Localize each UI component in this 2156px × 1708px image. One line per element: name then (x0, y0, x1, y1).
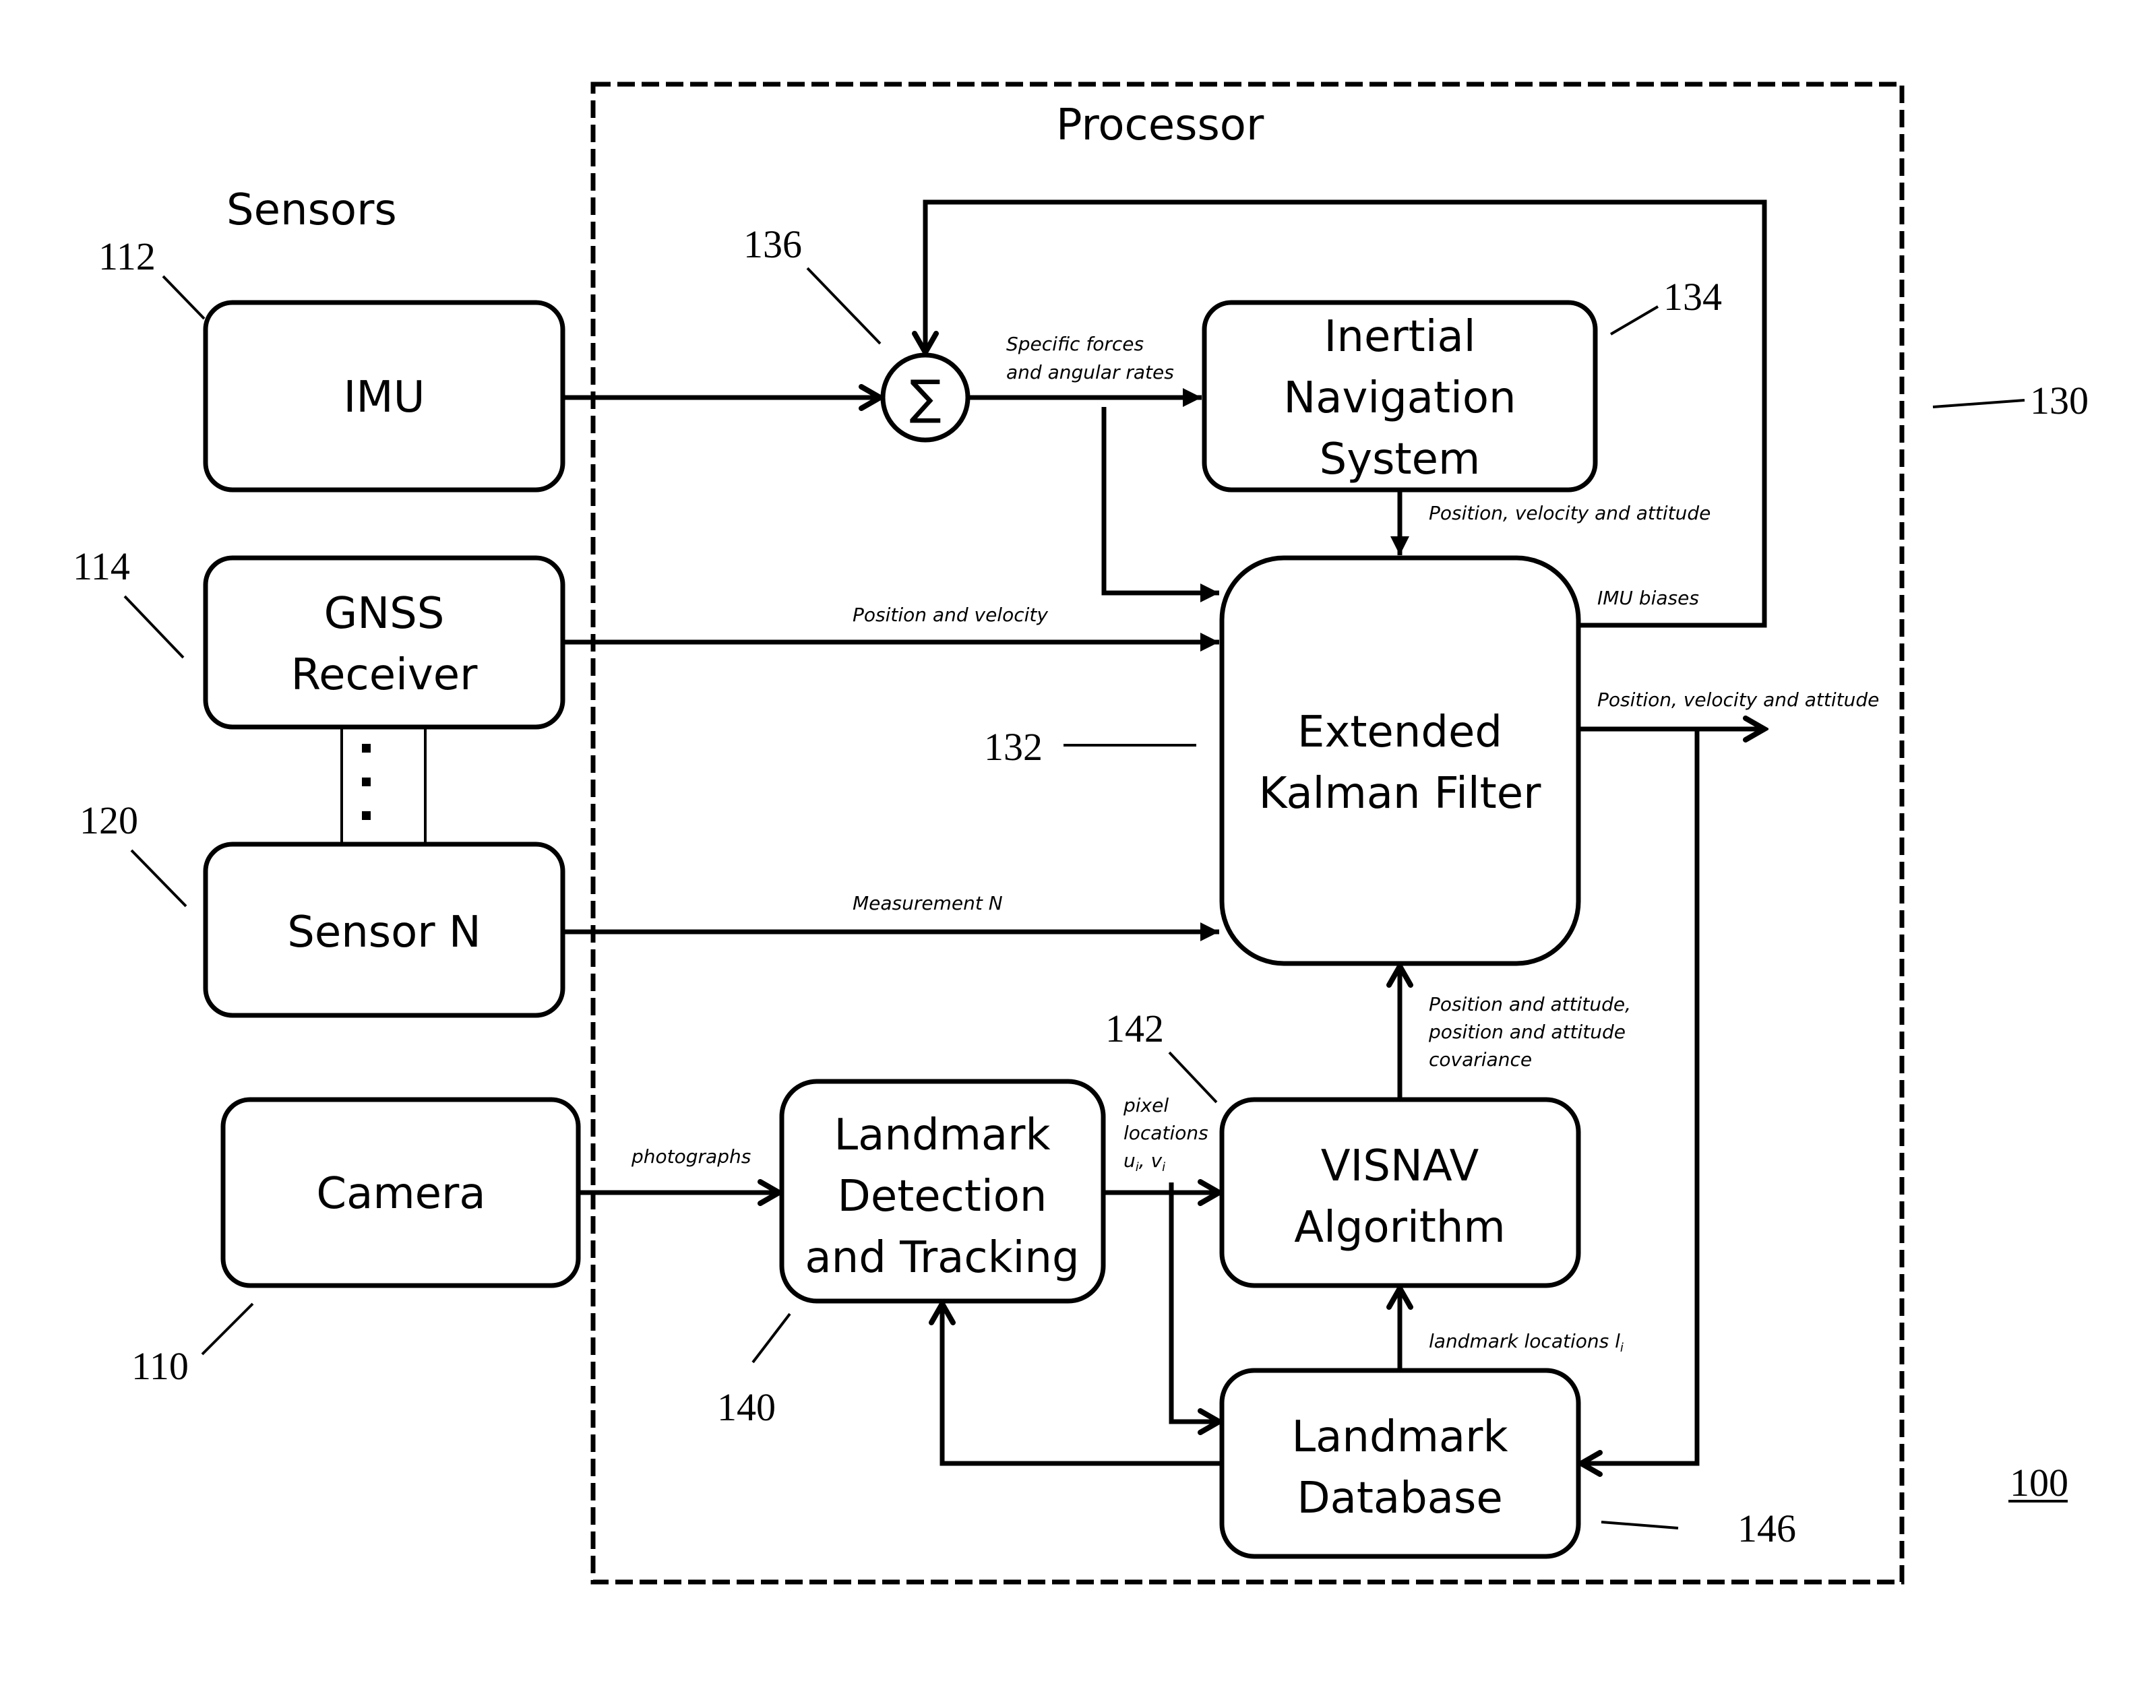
ldt-label-line2: Detection (838, 1172, 1047, 1222)
label-visnav-to-ekf-line1: Position and attitude, (1429, 993, 1631, 1015)
label-photographs: photographs (631, 1145, 751, 1168)
label-pixel-line1: pixel (1123, 1094, 1169, 1116)
ekf-label-line2: Kalman Filter (1259, 769, 1542, 819)
leader-130 (1932, 399, 2025, 408)
ref-136: 136 (743, 222, 802, 266)
leader-140 (751, 1312, 791, 1364)
ref-120: 120 (80, 798, 138, 842)
arrow-ekf-to-database (1581, 729, 1700, 1463)
label-pixel-vars: ui, vi (1123, 1149, 1165, 1174)
ins-label-line2: Navigation (1283, 373, 1516, 423)
ref-110: 110 (131, 1344, 189, 1388)
database-label-line2: Database (1297, 1474, 1502, 1523)
label-imu-biases: IMU biases (1597, 587, 1699, 609)
sensors-title: Sensors (226, 185, 397, 235)
sensor-n-block[interactable]: Sensor N (203, 842, 565, 1018)
sum-symbol: ∑ (909, 370, 941, 425)
figure-ref-100: 100 (2010, 1461, 2068, 1505)
ref-132: 132 (984, 725, 1043, 769)
imu-label: IMU (344, 373, 425, 422)
ref-146: 146 (1737, 1507, 1796, 1550)
ins-label-line3: System (1320, 435, 1481, 484)
imu-block[interactable]: IMU (203, 300, 565, 493)
label-ekf-output: Position, velocity and attitude (1597, 689, 1879, 711)
ldt-label-line1: Landmark (834, 1110, 1051, 1160)
label-gnss-to-ekf: Position and velocity (853, 604, 1048, 626)
visnav-algorithm-block[interactable]: VISNAV Algorithm (1219, 1097, 1581, 1288)
gnss-receiver-block[interactable]: GNSS Receiver (203, 555, 565, 730)
sensor-n-label: Sensor N (287, 908, 481, 957)
label-ins-to-ekf: Position, velocity and attitude (1429, 502, 1711, 524)
ins-label-line1: Inertial (1324, 312, 1476, 362)
navigation-block-diagram: Processor Sensors IMU GNSS Receiver Sens… (73, 82, 2089, 1585)
database-label-line1: Landmark (1292, 1412, 1508, 1462)
ref-142: 142 (1105, 1007, 1164, 1050)
leader-112 (162, 275, 206, 320)
ldt-label-line3: and Tracking (805, 1233, 1079, 1283)
leader-142 (1168, 1051, 1218, 1104)
inertial-navigation-system-block[interactable]: Inertial Navigation System (1202, 300, 1598, 493)
ekf-label-line1: Extended (1297, 707, 1502, 757)
leader-110 (201, 1302, 254, 1356)
gnss-label-line2: Receiver (291, 650, 479, 700)
label-visnav-to-ekf-line3: covariance (1429, 1048, 1532, 1071)
leader-134 (1609, 305, 1659, 336)
arrow-pixels-to-database (1169, 1182, 1219, 1422)
arrow-database-to-ldt (942, 1304, 1222, 1466)
label-specific-forces-line1: Specific forces (1006, 333, 1144, 355)
leader-114 (123, 595, 185, 659)
ref-112: 112 (98, 234, 156, 278)
gnss-label-line1: GNSS (324, 589, 445, 639)
arrow-forces-to-ekf (1101, 407, 1219, 602)
summing-junction[interactable]: ∑ (880, 352, 971, 443)
ref-140: 140 (717, 1385, 776, 1429)
camera-block[interactable]: Camera (220, 1097, 581, 1288)
label-pixel-line2: locations (1123, 1122, 1208, 1144)
ref-130: 130 (2030, 379, 2089, 422)
leader-146 (1601, 1521, 1679, 1529)
camera-label: Camera (316, 1169, 485, 1219)
label-visnav-to-ekf-line2: position and attitude (1428, 1021, 1626, 1043)
leader-120 (130, 849, 187, 908)
visnav-label-line1: VISNAV (1321, 1141, 1479, 1191)
processor-title: Processor (1056, 100, 1264, 150)
more-sensors-ellipsis (340, 726, 427, 847)
label-sensor-n-to-ekf: Measurement N (853, 892, 1003, 914)
ref-114: 114 (73, 544, 130, 588)
label-landmark-locations: landmark locations li (1429, 1330, 1624, 1355)
leader-136 (806, 267, 882, 345)
ref-134: 134 (1663, 275, 1722, 319)
extended-kalman-filter-block[interactable]: Extended Kalman Filter (1219, 555, 1581, 966)
landmark-database-block[interactable]: Landmark Database (1219, 1368, 1581, 1559)
visnav-label-line2: Algorithm (1294, 1203, 1505, 1253)
landmark-detection-tracking-block[interactable]: Landmark Detection and Tracking (779, 1079, 1106, 1304)
label-specific-forces-line2: and angular rates (1006, 361, 1174, 383)
